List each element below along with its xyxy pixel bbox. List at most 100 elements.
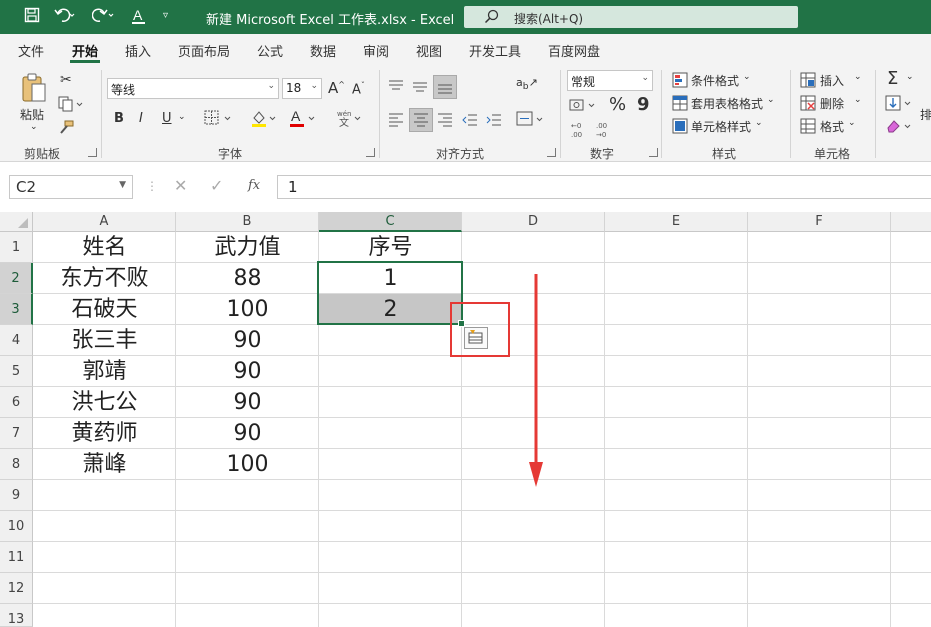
fill-color-icon[interactable] [250,108,280,132]
format-as-table-icon[interactable] [672,95,688,115]
column-header-g-partial[interactable] [891,212,931,232]
cell-a1[interactable]: 姓名 [33,232,176,263]
row-header-13[interactable]: 13 [0,604,33,627]
tab-review[interactable]: 审阅 [363,41,389,60]
row-header-2[interactable]: 2 [0,263,33,294]
underline-dropdown-icon[interactable]: ⌄ [178,112,186,122]
row-header-7[interactable]: 7 [0,418,33,449]
cell-a6[interactable]: 洪七公 [33,387,176,418]
font-name-select[interactable]: 等线 ⌄ [107,78,279,99]
align-bottom-button[interactable] [433,75,457,99]
cell-a7[interactable]: 黄药师 [33,418,176,449]
italic-button[interactable]: I [139,111,143,126]
alignment-launcher-icon[interactable] [547,148,556,157]
delete-cells-button[interactable]: 删除 [820,95,844,112]
delete-cells-icon[interactable] [800,95,816,115]
align-center-button[interactable] [409,108,433,132]
clipboard-launcher-icon[interactable] [88,148,97,157]
sort-filter-partial-icon[interactable]: 排 [920,106,931,123]
cell-a5[interactable]: 郭靖 [33,356,176,387]
enter-icon[interactable]: ✓ [210,176,223,195]
merge-center-icon[interactable] [516,110,546,132]
paste-icon[interactable] [20,72,48,108]
decrease-decimal-icon[interactable]: .00 →0 [595,120,615,142]
underline-button[interactable]: U [162,111,172,126]
row-header-12[interactable]: 12 [0,573,33,604]
cell-b1[interactable]: 武力值 [176,232,319,263]
chevron-down-icon[interactable]: ⌄ [854,72,862,82]
orientation-icon[interactable]: ab↗ [516,76,538,92]
select-all-corner[interactable] [0,212,33,232]
auto-fill-options-button[interactable] [464,327,488,349]
conditional-formatting-icon[interactable] [672,72,688,92]
format-painter-icon[interactable] [58,120,74,140]
cell-a2[interactable]: 东方不败 [33,263,176,294]
accounting-format-icon[interactable] [569,97,599,117]
cell-b2[interactable]: 88 [176,263,319,294]
cell-c1[interactable]: 序号 [319,232,462,263]
customize-quick-access-icon[interactable]: ▿ [163,10,168,21]
save-icon[interactable] [24,7,40,27]
cut-icon[interactable]: ✂ [60,72,72,88]
copy-icon[interactable] [58,96,84,116]
decrease-font-size-icon[interactable]: Aˇ [352,81,365,97]
row-header-5[interactable]: 5 [0,356,33,387]
paste-dropdown-icon[interactable]: ⌄ [30,122,38,132]
column-header-f[interactable]: F [748,212,891,232]
fill-down-icon[interactable] [885,95,919,115]
align-top-icon[interactable] [388,78,404,98]
percent-style-button[interactable]: % [609,94,626,115]
chevron-down-icon[interactable]: ⌄ [854,95,862,105]
increase-indent-icon[interactable] [486,112,502,132]
cell-a8[interactable]: 萧峰 [33,449,176,480]
tab-view[interactable]: 视图 [416,41,442,60]
column-header-b[interactable]: B [176,212,319,232]
chevron-down-icon[interactable]: ⌄ [767,95,775,105]
cancel-icon[interactable]: ✕ [174,176,187,195]
format-cells-icon[interactable] [800,118,816,138]
undo-icon[interactable] [54,7,76,27]
borders-icon[interactable] [204,110,234,130]
row-header-9[interactable]: 9 [0,480,33,511]
row-header-6[interactable]: 6 [0,387,33,418]
font-color-icon[interactable]: A [289,108,319,132]
font-launcher-icon[interactable] [366,148,375,157]
column-header-c[interactable]: C [319,212,462,232]
tab-page-layout[interactable]: 页面布局 [178,41,230,60]
search-box[interactable]: 搜索(Alt+Q) [464,6,798,28]
tab-baidu-netdisk[interactable]: 百度网盘 [548,41,600,60]
column-header-e[interactable]: E [605,212,748,232]
tab-insert[interactable]: 插入 [125,41,151,60]
cell-styles-icon[interactable] [672,118,688,138]
cell-b3[interactable]: 100 [176,294,319,325]
align-right-icon[interactable] [437,112,453,132]
font-color-quick-icon[interactable]: A [130,7,148,29]
insert-cells-icon[interactable] [800,72,816,92]
redo-icon[interactable] [91,7,116,27]
row-header-4[interactable]: 4 [0,325,33,356]
chevron-down-icon[interactable]: ⌄ [743,72,751,82]
tab-home[interactable]: 开始 [72,41,98,60]
comma-style-button[interactable]: 9 [637,94,650,115]
autosum-button[interactable]: Σ [887,68,898,89]
align-left-icon[interactable] [388,112,404,132]
cell-b7[interactable]: 90 [176,418,319,449]
number-launcher-icon[interactable] [649,148,658,157]
insert-cells-button[interactable]: 插入 [820,72,844,89]
row-header-1[interactable]: 1 [0,232,33,263]
name-box[interactable]: C2 ▼ [9,175,133,199]
conditional-formatting-button[interactable]: 条件格式 [691,72,739,89]
tab-data[interactable]: 数据 [310,41,336,60]
cell-styles-button[interactable]: 单元格样式 [691,118,751,135]
row-header-8[interactable]: 8 [0,449,33,480]
column-header-d[interactable]: D [462,212,605,232]
insert-function-button[interactable]: fx [248,178,260,193]
cell-b5[interactable]: 90 [176,356,319,387]
font-size-select[interactable]: 18 ⌄ [282,78,322,99]
tab-file[interactable]: 文件 [18,41,44,60]
format-cells-button[interactable]: 格式 [820,118,844,135]
cell-a4[interactable]: 张三丰 [33,325,176,356]
clear-icon[interactable] [885,118,919,138]
row-header-10[interactable]: 10 [0,511,33,542]
increase-decimal-icon[interactable]: ←0.00 [570,120,590,142]
